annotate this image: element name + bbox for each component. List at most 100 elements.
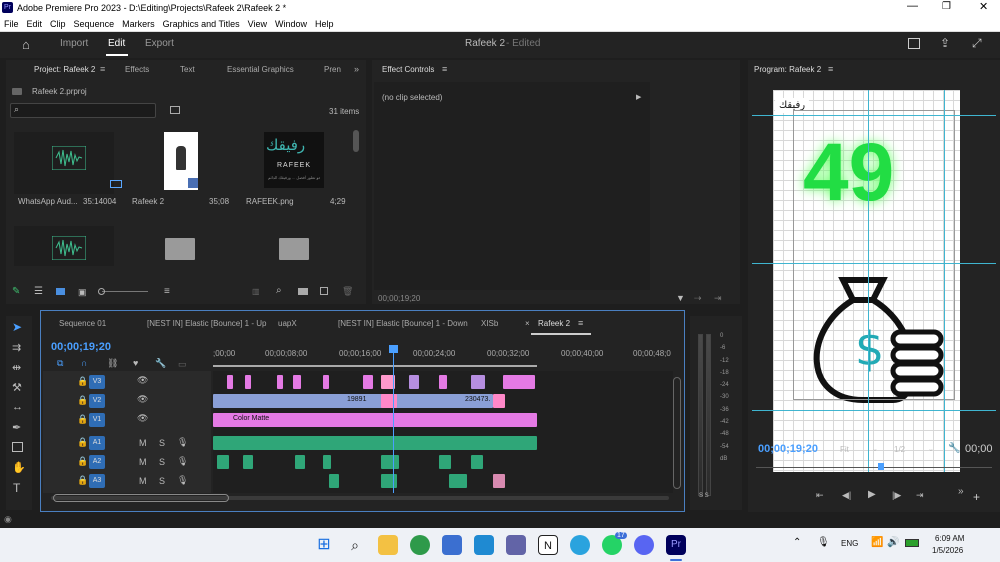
clip-audio-a2[interactable]: [243, 455, 253, 469]
playhead-marker[interactable]: [878, 463, 884, 470]
clock-time[interactable]: 6:09 AM: [935, 534, 964, 543]
resolution-dropdown[interactable]: 1/2: [894, 445, 905, 454]
more-tabs-icon[interactable]: »: [354, 64, 359, 74]
slip-tool-icon[interactable]: ↔: [12, 401, 23, 413]
tab-nest-down[interactable]: [NEST IN] Elastic [Bounce] 1 - Down: [338, 314, 468, 334]
new-item-icon[interactable]: [320, 287, 328, 295]
close-icon[interactable]: ×: [525, 319, 530, 328]
ripple-edit-tool-icon[interactable]: ⇹: [12, 361, 21, 374]
notion-icon[interactable]: N: [538, 535, 558, 555]
automate-icon[interactable]: ▥: [252, 287, 260, 296]
project-item-audio-2[interactable]: [14, 226, 114, 266]
chevron-down-icon[interactable]: ⌄: [928, 445, 934, 453]
track-label-a1[interactable]: A1: [89, 436, 105, 450]
tab-uapx[interactable]: uapX: [278, 314, 297, 334]
menu-clip[interactable]: Clip: [50, 19, 66, 29]
home-icon[interactable]: ⌂: [22, 37, 30, 52]
menu-graphics[interactable]: Graphics and Titles: [163, 19, 240, 29]
menu-icon[interactable]: ≡: [100, 64, 105, 74]
minimize-icon[interactable]: —: [907, 0, 918, 12]
clip-v3[interactable]: [409, 375, 419, 389]
track-label-a2[interactable]: A2: [89, 455, 105, 469]
filter-icon[interactable]: ▼: [676, 293, 685, 303]
mute-button[interactable]: M: [139, 457, 147, 467]
clip-audio-a2[interactable]: [295, 455, 305, 469]
tab-text[interactable]: Text: [180, 60, 195, 80]
tab-sequence-01[interactable]: Sequence 01: [59, 314, 106, 334]
clip-audio-a3[interactable]: [381, 474, 397, 488]
menu-icon[interactable]: ≡: [442, 64, 447, 74]
clip-v3[interactable]: [245, 375, 251, 389]
captions-icon[interactable]: ▭: [178, 359, 187, 370]
clip-v3[interactable]: [277, 375, 283, 389]
telegram-icon[interactable]: [570, 535, 590, 555]
freeform-view-icon[interactable]: ▣: [78, 287, 87, 298]
clip-v3[interactable]: [363, 375, 373, 389]
menu-sequence[interactable]: Sequence: [74, 19, 115, 29]
track-label-a3[interactable]: A3: [89, 474, 105, 488]
more-controls-icon[interactable]: »: [958, 486, 964, 497]
pen-tool-icon[interactable]: ✒: [12, 421, 21, 434]
tab-project[interactable]: Project: Rafeek 2: [34, 60, 95, 80]
clip-v2-pink[interactable]: [493, 394, 505, 408]
trash-icon[interactable]: 🗑: [342, 286, 353, 297]
chevron-up-icon[interactable]: ⌃: [793, 537, 801, 548]
mute-button[interactable]: M: [139, 438, 147, 448]
teams-icon[interactable]: [506, 535, 526, 555]
scroll-handle[interactable]: [53, 494, 229, 502]
lock-icon[interactable]: 🔒: [77, 376, 88, 387]
bin-folder-icon[interactable]: [279, 238, 309, 260]
close-icon[interactable]: ✕: [979, 0, 988, 13]
solo-buttons[interactable]: S S: [699, 493, 709, 499]
hand-tool-icon[interactable]: ✋: [12, 461, 26, 474]
clip-v2-pink[interactable]: [381, 394, 397, 408]
discord-icon[interactable]: [634, 535, 654, 555]
track-label-v3[interactable]: V3: [89, 375, 105, 389]
find-icon[interactable]: ⌕: [276, 285, 282, 296]
clip-audio-a2[interactable]: [439, 455, 451, 469]
fullscreen-icon[interactable]: ⤢: [972, 36, 982, 51]
clip-audio-a2[interactable]: [381, 455, 399, 469]
step-back-icon[interactable]: ◀|: [842, 490, 851, 501]
mute-button[interactable]: M: [139, 476, 147, 486]
project-search-input[interactable]: [10, 103, 156, 118]
effect-timecode[interactable]: 00;00;19;20: [378, 294, 420, 303]
lock-icon[interactable]: 🔒: [77, 414, 88, 425]
tab-xisb[interactable]: XISb: [481, 314, 498, 334]
rectangle-tool-icon[interactable]: [12, 442, 23, 452]
playhead[interactable]: [393, 349, 394, 493]
add-button-icon[interactable]: +: [973, 490, 980, 504]
windows-start-icon[interactable]: ⊞: [314, 535, 334, 555]
mic-icon[interactable]: 🎙: [177, 437, 188, 448]
tab-effects[interactable]: Effects: [125, 60, 149, 80]
clip-v3[interactable]: [227, 375, 233, 389]
menu-icon[interactable]: ≡: [828, 64, 833, 74]
list-view-icon[interactable]: ☰: [34, 286, 43, 297]
solo-button[interactable]: S: [159, 438, 165, 448]
clip-audio-a3[interactable]: [329, 474, 339, 488]
menu-icon[interactable]: ≡: [578, 318, 583, 328]
zoom-slider-handle[interactable]: [98, 288, 105, 295]
clip-v3[interactable]: [503, 375, 535, 389]
clip-audio-a3[interactable]: [449, 474, 467, 488]
wrench-icon[interactable]: 🔧: [948, 443, 960, 454]
volume-icon[interactable]: 🔊: [887, 537, 899, 548]
lock-icon[interactable]: 🔒: [77, 456, 88, 467]
mark-in-icon[interactable]: ⇤: [816, 490, 824, 501]
clip-v3[interactable]: [471, 375, 485, 389]
premiere-taskbar-icon[interactable]: Pr: [666, 535, 686, 555]
project-item-audio[interactable]: [14, 132, 122, 194]
project-item-sequence[interactable]: [164, 132, 198, 190]
wrench-icon[interactable]: 🔧: [155, 358, 166, 369]
chrome-icon[interactable]: [410, 535, 430, 555]
lock-icon[interactable]: 🔒: [77, 395, 88, 406]
solo-button[interactable]: S: [159, 457, 165, 467]
tab-export[interactable]: Export: [145, 38, 174, 49]
timeline-tracks[interactable]: 19891 230473. Color Matte: [213, 345, 673, 493]
tab-nest-up[interactable]: [NEST IN] Elastic [Bounce] 1 - Up: [147, 314, 266, 334]
lock-icon[interactable]: 🔒: [77, 475, 88, 486]
eye-icon[interactable]: 👁: [137, 394, 148, 405]
tab-essential-graphics[interactable]: Essential Graphics: [227, 60, 294, 80]
track-label-v2[interactable]: V2: [89, 394, 105, 408]
sort-icon[interactable]: ≡: [164, 286, 170, 297]
